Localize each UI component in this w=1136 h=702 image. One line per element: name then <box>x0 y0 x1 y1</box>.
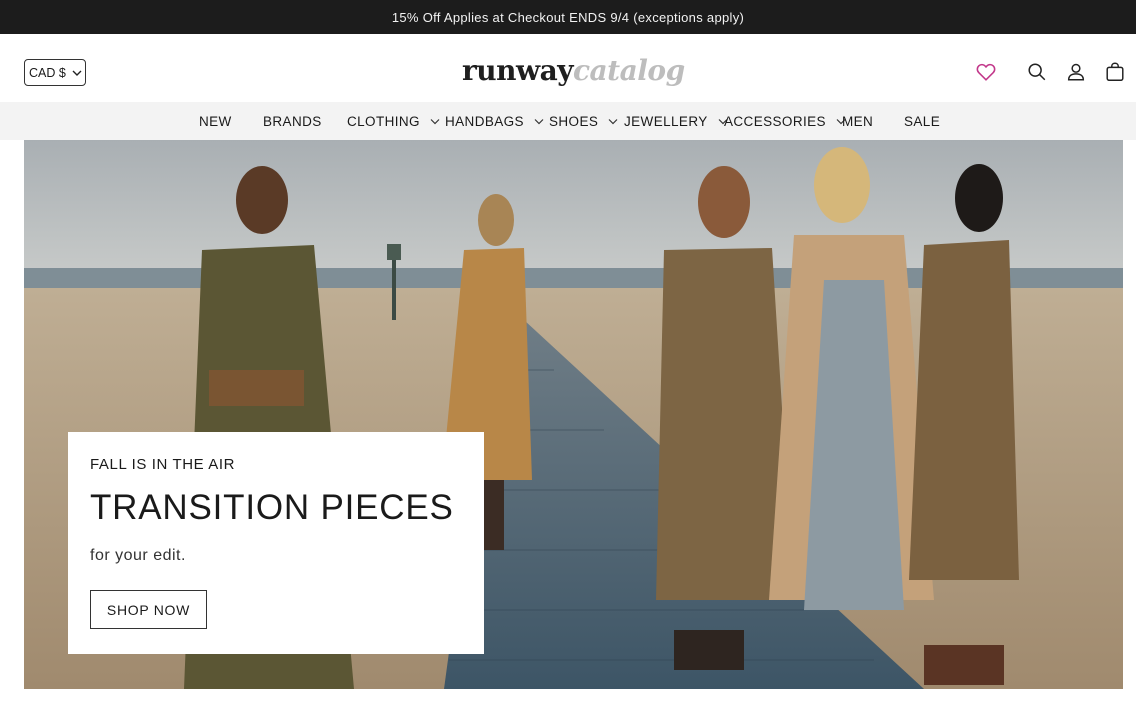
main-nav: NEW BRANDS CLOTHING HANDBAGS SHOES JEWEL… <box>0 102 1136 140</box>
nav-item-handbags[interactable]: HANDBAGS <box>445 102 544 140</box>
nav-item-label: SHOES <box>549 113 599 129</box>
nav-item-label: NEW <box>199 113 232 129</box>
chevron-down-icon <box>430 118 440 124</box>
nav-item-label: BRANDS <box>263 113 322 129</box>
chevron-down-icon <box>608 118 618 124</box>
hero-headline: TRANSITION PIECES <box>90 488 454 527</box>
hero-subline: for your edit. <box>90 547 186 564</box>
nav-item-men[interactable]: MEN <box>842 102 873 140</box>
site-logo[interactable]: runway catalog <box>462 54 685 88</box>
nav-item-label: MEN <box>842 113 874 129</box>
currency-label: CAD $ <box>29 65 66 80</box>
nav-item-accessories[interactable]: ACCESSORIES <box>724 102 846 140</box>
nav-item-label: SALE <box>904 113 941 129</box>
logo-text-catalog: catalog <box>572 54 685 87</box>
chevron-down-icon <box>534 118 544 124</box>
site-header: CAD $ runway catalog <box>0 34 1136 102</box>
logo-text-runway: runway <box>462 54 573 87</box>
chevron-down-icon <box>72 70 82 76</box>
cart-icon <box>1106 62 1124 81</box>
search-icon <box>1028 63 1046 81</box>
nav-item-label: ACCESSORIES <box>724 113 826 129</box>
nav-item-label: CLOTHING <box>347 113 420 129</box>
heart-icon <box>976 63 996 81</box>
nav-item-shoes[interactable]: SHOES <box>549 102 618 140</box>
wishlist-button[interactable] <box>974 60 998 84</box>
nav-item-sale[interactable]: SALE <box>904 102 940 140</box>
promo-text: 15% Off Applies at Checkout ENDS 9/4 (ex… <box>391 9 745 25</box>
account-button[interactable] <box>1064 60 1088 84</box>
nav-item-brands[interactable]: BRANDS <box>263 102 322 140</box>
nav-item-label: JEWELLERY <box>624 113 708 129</box>
currency-selector[interactable]: CAD $ <box>24 59 86 86</box>
hero-eyebrow: FALL IS IN THE AIR <box>90 456 236 473</box>
nav-item-label: HANDBAGS <box>445 113 524 129</box>
nav-item-jewellery[interactable]: JEWELLERY <box>624 102 728 140</box>
shop-now-button[interactable]: SHOP NOW <box>90 590 207 629</box>
cart-button[interactable] <box>1103 60 1127 84</box>
search-button[interactable] <box>1025 60 1049 84</box>
hero-promo-card: FALL IS IN THE AIR TRANSITION PIECES for… <box>68 432 484 654</box>
account-icon <box>1067 63 1085 81</box>
promo-bar: 15% Off Applies at Checkout ENDS 9/4 (ex… <box>0 0 1136 34</box>
hero-banner[interactable]: FALL IS IN THE AIR TRANSITION PIECES for… <box>24 140 1123 689</box>
nav-item-new[interactable]: NEW <box>199 102 232 140</box>
nav-item-clothing[interactable]: CLOTHING <box>347 102 440 140</box>
